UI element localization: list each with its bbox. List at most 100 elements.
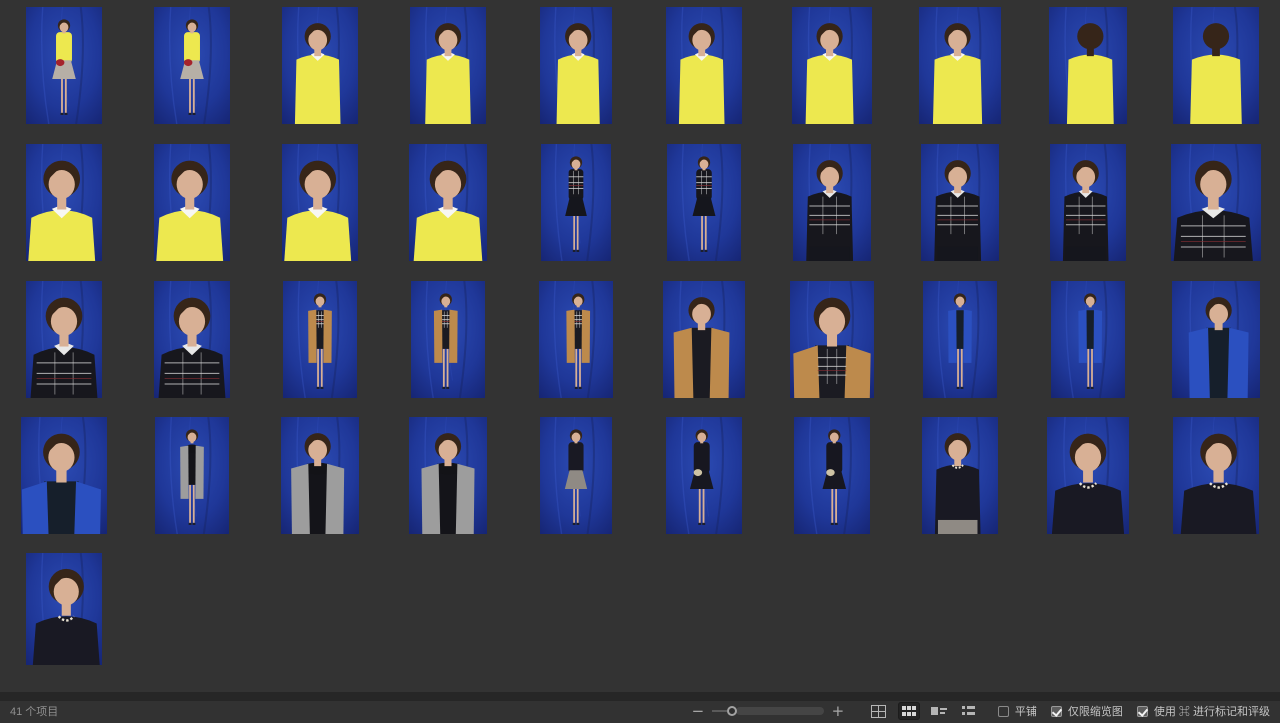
photo-thumbnail[interactable] xyxy=(384,281,512,398)
photo-thumbnail[interactable] xyxy=(1024,281,1152,398)
photo-thumbnail-image[interactable] xyxy=(154,144,230,261)
photo-thumbnail-image[interactable] xyxy=(540,7,612,124)
photo-thumbnail[interactable] xyxy=(256,281,384,398)
checkbox-tile[interactable]: 平铺 xyxy=(998,703,1037,719)
zoom-in-button[interactable]: + xyxy=(830,704,846,718)
photo-thumbnail[interactable] xyxy=(1152,7,1280,124)
photo-thumbnail[interactable] xyxy=(128,144,256,261)
photo-thumbnail[interactable] xyxy=(1024,144,1152,261)
photo-thumbnail[interactable] xyxy=(512,281,640,398)
photo-thumbnail[interactable] xyxy=(0,417,128,534)
photo-thumbnail-image[interactable] xyxy=(790,281,874,398)
checkbox-cmd-rating[interactable]: 使用 ⌘ 进行标记和评级 xyxy=(1137,703,1270,719)
thumbnail-grid xyxy=(0,0,1280,692)
photo-thumbnail-image[interactable] xyxy=(1171,144,1261,261)
photo-thumbnail-image[interactable] xyxy=(26,7,102,124)
photo-thumbnail-image[interactable] xyxy=(26,144,102,261)
photo-thumbnail-image[interactable] xyxy=(1172,281,1260,398)
photo-thumbnail-image[interactable] xyxy=(1047,417,1129,534)
thumbnail-size-slider[interactable] xyxy=(712,705,824,717)
photo-thumbnail-image[interactable] xyxy=(794,417,870,534)
photo-thumbnail[interactable] xyxy=(128,281,256,398)
photo-thumbnail[interactable] xyxy=(384,417,512,534)
slider-track-left xyxy=(712,710,727,712)
photo-thumbnail-image[interactable] xyxy=(282,7,358,124)
photo-thumbnail[interactable] xyxy=(1152,281,1280,398)
photo-thumbnail[interactable] xyxy=(896,281,1024,398)
photo-thumbnail-image[interactable] xyxy=(282,144,358,261)
details-view-icon[interactable] xyxy=(928,702,950,720)
photo-thumbnail[interactable] xyxy=(640,7,768,124)
photo-thumbnail[interactable] xyxy=(640,281,768,398)
photo-thumbnail[interactable] xyxy=(256,144,384,261)
photo-thumbnail[interactable] xyxy=(896,417,1024,534)
photo-thumbnail-image[interactable] xyxy=(1051,281,1125,398)
photo-thumbnail[interactable] xyxy=(0,144,128,261)
tile-label: 平铺 xyxy=(1015,703,1037,719)
photo-thumbnail[interactable] xyxy=(768,417,896,534)
photo-thumbnail-image[interactable] xyxy=(21,417,107,534)
cmd-rating-checkbox[interactable] xyxy=(1137,706,1148,717)
photo-thumbnail-image[interactable] xyxy=(666,417,742,534)
photo-thumbnail[interactable] xyxy=(1024,417,1152,534)
photo-thumbnail-image[interactable] xyxy=(1049,7,1127,124)
photo-thumbnail-image[interactable] xyxy=(793,144,871,261)
photo-thumbnail[interactable] xyxy=(1152,417,1280,534)
photo-thumbnail[interactable] xyxy=(640,144,768,261)
photo-thumbnail-image[interactable] xyxy=(283,281,357,398)
photo-thumbnail[interactable] xyxy=(768,7,896,124)
photo-thumbnail-image[interactable] xyxy=(666,7,742,124)
checkbox-thumbnails-only[interactable]: 仅限缩览图 xyxy=(1051,703,1123,719)
photo-thumbnail[interactable] xyxy=(256,417,384,534)
photo-thumbnail-image[interactable] xyxy=(792,7,872,124)
photo-thumbnail[interactable] xyxy=(128,7,256,124)
photo-thumbnail-image[interactable] xyxy=(155,417,229,534)
photo-thumbnail[interactable] xyxy=(0,7,128,124)
photo-thumbnail-image[interactable] xyxy=(410,7,486,124)
photo-thumbnail[interactable] xyxy=(1152,144,1280,261)
photo-thumbnail[interactable] xyxy=(640,417,768,534)
photo-thumbnail[interactable] xyxy=(384,7,512,124)
thumbnails-only-checkbox[interactable] xyxy=(1051,706,1062,717)
photo-thumbnail-image[interactable] xyxy=(1173,7,1259,124)
photo-thumbnail[interactable] xyxy=(0,281,128,398)
tile-checkbox[interactable] xyxy=(998,706,1009,717)
photo-thumbnail[interactable] xyxy=(896,144,1024,261)
photo-thumbnail[interactable] xyxy=(512,144,640,261)
photo-thumbnail-image[interactable] xyxy=(923,281,997,398)
list-view-icon[interactable] xyxy=(958,702,980,720)
photo-thumbnail-image[interactable] xyxy=(667,144,741,261)
photo-thumbnail[interactable] xyxy=(896,7,1024,124)
photo-thumbnail-image[interactable] xyxy=(154,281,230,398)
grid-lock-icon[interactable] xyxy=(868,702,890,720)
photo-thumbnail-image[interactable] xyxy=(1173,417,1259,534)
photo-thumbnail-image[interactable] xyxy=(539,281,613,398)
photo-thumbnail-image[interactable] xyxy=(921,144,999,261)
thumbnail-view-icon[interactable] xyxy=(898,702,920,720)
photo-thumbnail[interactable] xyxy=(768,144,896,261)
photo-thumbnail-image[interactable] xyxy=(663,281,745,398)
photo-thumbnail[interactable] xyxy=(384,144,512,261)
zoom-out-button[interactable]: − xyxy=(690,704,706,718)
photo-thumbnail-image[interactable] xyxy=(540,417,612,534)
photo-thumbnail[interactable] xyxy=(768,281,896,398)
photo-thumbnail-image[interactable] xyxy=(26,281,102,398)
photo-thumbnail[interactable] xyxy=(256,7,384,124)
photo-thumbnail[interactable] xyxy=(512,417,640,534)
photo-thumbnail-image[interactable] xyxy=(154,7,230,124)
slider-track-right xyxy=(736,707,824,715)
photo-thumbnail[interactable] xyxy=(128,417,256,534)
photo-thumbnail[interactable] xyxy=(0,553,128,665)
slider-knob[interactable] xyxy=(727,706,737,716)
photo-thumbnail-image[interactable] xyxy=(919,7,1001,124)
photo-thumbnail-image[interactable] xyxy=(409,417,487,534)
photo-thumbnail-image[interactable] xyxy=(411,281,485,398)
photo-thumbnail-image[interactable] xyxy=(1050,144,1126,261)
photo-thumbnail-image[interactable] xyxy=(922,417,998,534)
photo-thumbnail-image[interactable] xyxy=(541,144,611,261)
photo-thumbnail-image[interactable] xyxy=(281,417,359,534)
photo-thumbnail[interactable] xyxy=(512,7,640,124)
photo-thumbnail[interactable] xyxy=(1024,7,1152,124)
photo-thumbnail-image[interactable] xyxy=(409,144,487,261)
photo-thumbnail-image[interactable] xyxy=(26,553,102,665)
